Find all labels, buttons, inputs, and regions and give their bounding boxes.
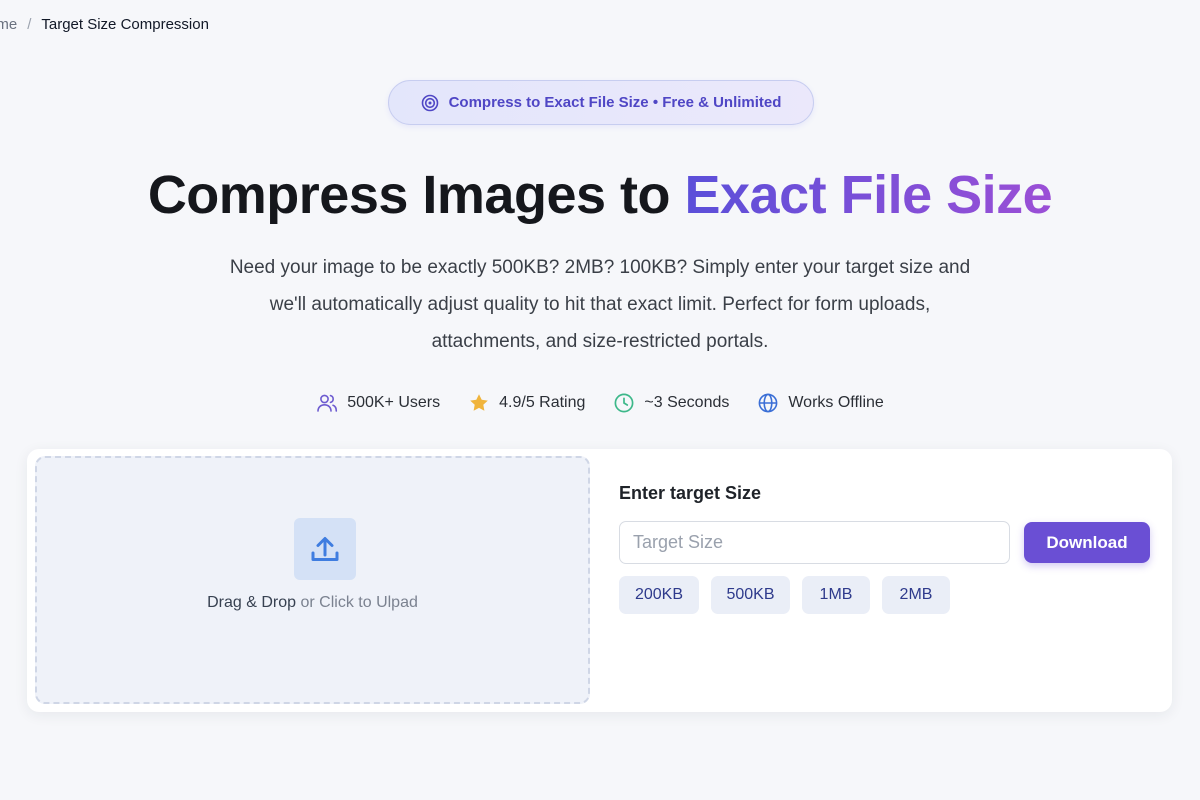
upload-icon <box>294 518 356 580</box>
clock-icon <box>614 393 634 413</box>
stat-label: 500K+ Users <box>347 394 441 411</box>
stat-label: Works Offline <box>788 394 884 411</box>
hero-description: Need your image to be exactly 500KB? 2MB… <box>0 249 1200 360</box>
upload-dropzone[interactable]: Drag & Drop or Click to Ulpad <box>35 456 590 704</box>
breadcrumb-home-link[interactable]: ome <box>0 16 17 33</box>
star-icon <box>470 394 488 411</box>
stat-offline: Works Offline <box>757 392 884 414</box>
breadcrumb-current: Target Size Compression <box>41 16 209 33</box>
badge-text: Compress to Exact File Size • Free & Unl… <box>448 94 782 111</box>
preset-2mb-button[interactable]: 2MB <box>882 576 950 614</box>
description-line: Need your image to be exactly 500KB? 2MB… <box>229 257 971 278</box>
upload-text-strong: Drag & Drop <box>207 594 297 611</box>
description-line: we'll automatically adjust quality to hi… <box>269 294 931 315</box>
stat-rating: 4.9/5 Rating <box>468 392 585 414</box>
description-line: attachments, and size-restricted portals… <box>431 331 769 352</box>
compression-card: Drag & Drop or Click to Ulpad Enter targ… <box>27 449 1172 712</box>
feature-badge: Compress to Exact File Size • Free & Unl… <box>388 80 814 125</box>
title-accent: Exact File Size <box>684 165 1053 225</box>
breadcrumb: ome / Target Size Compression <box>0 16 209 33</box>
stat-users: 500K+ Users <box>316 392 440 414</box>
target-size-title: Enter target Size <box>619 483 762 503</box>
globe-icon <box>758 393 778 413</box>
stat-label: 4.9/5 Rating <box>499 394 586 411</box>
upload-instructions: Drag & Drop or Click to Ulpad <box>37 594 588 612</box>
upload-text-muted: or Click to Ulpad <box>296 594 418 611</box>
target-size-input[interactable] <box>619 521 1010 564</box>
page-title: Compress Images to Exact File Size <box>0 160 1200 230</box>
preset-200kb-button[interactable]: 200KB <box>619 576 699 614</box>
stat-speed: ~3 Seconds <box>613 392 729 414</box>
size-presets: 200KB 500KB 1MB 2MB <box>619 576 950 614</box>
breadcrumb-separator: / <box>27 16 32 33</box>
stats-row: 500K+ Users 4.9/5 Rating ~3 Seconds Work… <box>0 392 1200 414</box>
page: ome / Target Size Compression Compress t… <box>0 0 1200 800</box>
download-button[interactable]: Download <box>1024 522 1150 563</box>
stat-label: ~3 Seconds <box>644 394 730 411</box>
users-icon <box>317 394 338 412</box>
preset-1mb-button[interactable]: 1MB <box>802 576 870 614</box>
preset-500kb-button[interactable]: 500KB <box>711 576 790 614</box>
target-icon <box>421 94 439 112</box>
title-plain: Compress Images to <box>147 165 685 225</box>
